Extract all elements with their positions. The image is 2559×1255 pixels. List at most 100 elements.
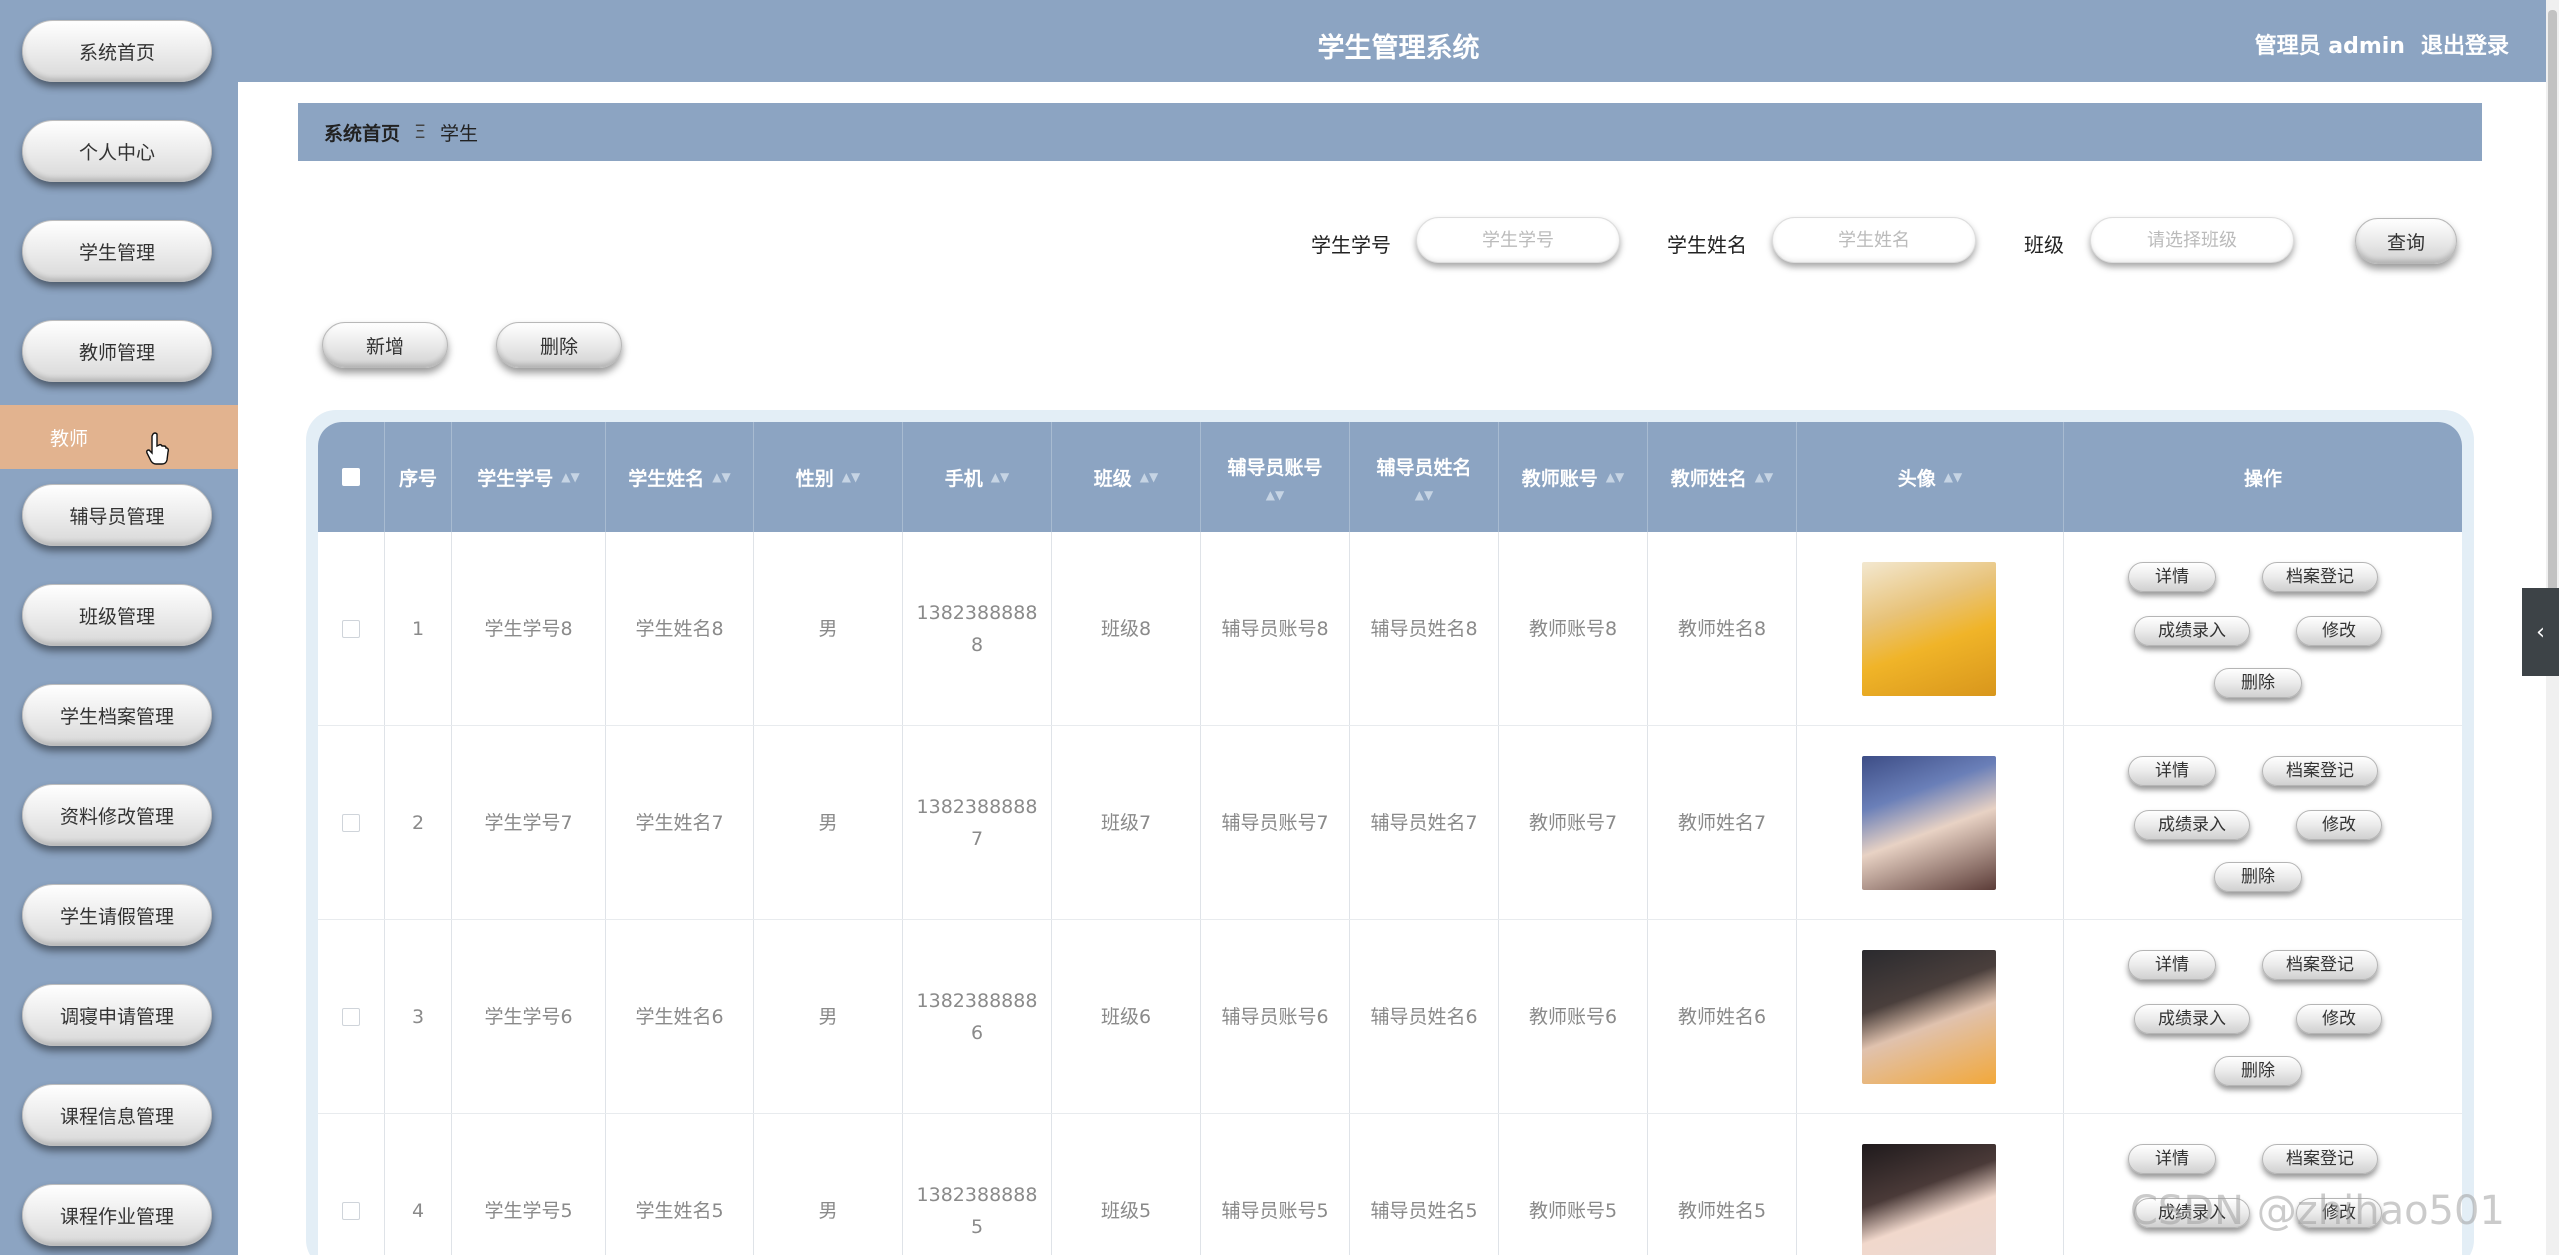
- header-student-name[interactable]: 学生姓名 ▲▼: [606, 422, 754, 532]
- delete-row-button[interactable]: 删除: [2214, 668, 2302, 698]
- cell-counselor-name: 辅导员姓名5: [1350, 1114, 1499, 1255]
- edit-button[interactable]: 修改: [2296, 810, 2382, 840]
- cell-teacher-name: 教师姓名7: [1648, 726, 1797, 919]
- table-header: 序号 学生学号 ▲▼ 学生姓名 ▲▼ 性别 ▲▼ 手机 ▲▼ 班级 ▲▼ 辅导员账号 ▲▼ …: [318, 422, 2462, 532]
- chevron-left-icon: ‹: [2536, 619, 2545, 645]
- sidebar-item-leave-management[interactable]: 学生请假管理: [22, 884, 212, 946]
- cell-student-no: 学生学号8: [452, 532, 606, 725]
- student-table-frame: 序号 学生学号 ▲▼ 学生姓名 ▲▼ 性别 ▲▼ 手机 ▲▼ 班级 ▲▼ 辅导员账号 ▲▼ …: [306, 410, 2474, 1255]
- archive-register-button[interactable]: 档案登记: [2262, 950, 2378, 980]
- cell-student-name: 学生姓名5: [606, 1114, 754, 1255]
- edit-button[interactable]: 修改: [2296, 616, 2382, 646]
- sidebar-item-course-info-management[interactable]: 课程信息管理: [22, 1084, 212, 1146]
- row-checkbox[interactable]: [342, 813, 360, 832]
- sort-icon[interactable]: ▲▼: [842, 470, 860, 484]
- sidebar-item-counselor-management[interactable]: 辅导员管理: [22, 484, 212, 546]
- student-no-input[interactable]: [1416, 217, 1620, 263]
- student-name-input[interactable]: [1772, 217, 1976, 263]
- header-student-no[interactable]: 学生学号 ▲▼: [452, 422, 606, 532]
- header-counselor-name[interactable]: 辅导员姓名 ▲▼: [1350, 422, 1499, 532]
- student-name-label: 学生姓名: [1667, 233, 1747, 257]
- avatar-image[interactable]: [1861, 949, 1996, 1084]
- sort-icon[interactable]: ▲▼: [1140, 470, 1158, 484]
- sidebar-item-dorm-change-management[interactable]: 调寝申请管理: [22, 984, 212, 1046]
- class-select[interactable]: [2090, 217, 2294, 263]
- sidebar-item-class-management[interactable]: 班级管理: [22, 584, 212, 646]
- scrollbar-thumb[interactable]: [2548, 10, 2557, 660]
- table-row: 3 学生学号6 学生姓名6 男 1382388888 6 班级6 辅导员账号6 辅…: [318, 920, 2462, 1114]
- sidebar-item-student-management[interactable]: 学生管理: [22, 220, 212, 282]
- header-avatar[interactable]: 头像 ▲▼: [1797, 422, 2064, 532]
- grade-entry-button[interactable]: 成绩录入: [2134, 1004, 2250, 1034]
- sidebar-item-course-homework-management[interactable]: 课程作业管理: [22, 1184, 212, 1246]
- header-teacher-name[interactable]: 教师姓名 ▲▼: [1648, 422, 1797, 532]
- header-operations: 操作: [2243, 467, 2282, 490]
- class-label: 班级: [2024, 233, 2064, 257]
- archive-register-button[interactable]: 档案登记: [2262, 756, 2378, 786]
- row-checkbox[interactable]: [342, 619, 360, 638]
- edit-button[interactable]: 修改: [2296, 1004, 2382, 1034]
- logout-link[interactable]: 退出登录: [2421, 28, 2509, 60]
- header-select-all[interactable]: [318, 422, 385, 532]
- header-class[interactable]: 班级 ▲▼: [1052, 422, 1201, 532]
- breadcrumb-home[interactable]: 系统首页: [324, 119, 400, 146]
- query-button[interactable]: 查询: [2355, 218, 2457, 264]
- cell-counselor-account: 辅导员账号8: [1201, 532, 1350, 725]
- sort-icon[interactable]: ▲▼: [1415, 488, 1433, 502]
- sort-icon[interactable]: ▲▼: [1266, 488, 1284, 502]
- cell-student-no: 学生学号6: [452, 920, 606, 1113]
- cell-phone: 1382388888 8: [903, 532, 1052, 725]
- detail-button[interactable]: 详情: [2128, 562, 2216, 592]
- avatar-image[interactable]: [1861, 755, 1996, 890]
- delete-button[interactable]: 删除: [496, 322, 622, 368]
- breadcrumb-current: 学生: [440, 122, 479, 145]
- collapse-panel-tab[interactable]: ‹: [2522, 588, 2559, 676]
- delete-row-button[interactable]: 删除: [2214, 1056, 2302, 1086]
- avatar-image[interactable]: [1861, 1143, 1996, 1255]
- sort-icon[interactable]: ▲▼: [1606, 470, 1624, 484]
- header-gender[interactable]: 性别 ▲▼: [754, 422, 903, 532]
- header-teacher-account[interactable]: 教师账号 ▲▼: [1499, 422, 1648, 532]
- header-index: 序号: [385, 422, 452, 532]
- cell-gender: 男: [754, 1114, 903, 1255]
- header-phone[interactable]: 手机 ▲▼: [903, 422, 1052, 532]
- top-header: 学生管理系统 管理员 admin 退出登录: [238, 0, 2559, 82]
- sort-icon[interactable]: ▲▼: [1944, 470, 1962, 484]
- cell-index: 4: [385, 1114, 452, 1255]
- sort-icon[interactable]: ▲▼: [712, 470, 730, 484]
- sidebar-item-personal-center[interactable]: 个人中心: [22, 120, 212, 182]
- avatar-image[interactable]: [1861, 561, 1996, 696]
- add-button[interactable]: 新增: [322, 322, 448, 368]
- app-title: 学生管理系统: [1317, 33, 1480, 64]
- grade-entry-button[interactable]: 成绩录入: [2134, 616, 2250, 646]
- sidebar-subitem-teacher[interactable]: 教师: [0, 405, 238, 469]
- cell-counselor-name: 辅导员姓名7: [1350, 726, 1499, 919]
- grade-entry-button[interactable]: 成绩录入: [2134, 810, 2250, 840]
- sidebar-item-profile-edit-management[interactable]: 资料修改管理: [22, 784, 212, 846]
- detail-button[interactable]: 详情: [2128, 950, 2216, 980]
- cell-gender: 男: [754, 920, 903, 1113]
- sidebar-item-archive-management[interactable]: 学生档案管理: [22, 684, 212, 746]
- detail-button[interactable]: 详情: [2128, 1144, 2216, 1174]
- sort-icon[interactable]: ▲▼: [561, 470, 579, 484]
- student-table: 序号 学生学号 ▲▼ 学生姓名 ▲▼ 性别 ▲▼ 手机 ▲▼ 班级 ▲▼ 辅导员账号 ▲▼ …: [318, 422, 2462, 1255]
- archive-register-button[interactable]: 档案登记: [2262, 562, 2378, 592]
- sidebar-item-home[interactable]: 系统首页: [22, 20, 212, 82]
- row-checkbox[interactable]: [342, 1201, 360, 1220]
- cell-student-no: 学生学号5: [452, 1114, 606, 1255]
- cell-teacher-account: 教师账号8: [1499, 532, 1648, 725]
- detail-button[interactable]: 详情: [2128, 756, 2216, 786]
- table-row: 1 学生学号8 学生姓名8 男 1382388888 8 班级8 辅导员账号8 辅…: [318, 532, 2462, 726]
- cell-counselor-account: 辅导员账号5: [1201, 1114, 1350, 1255]
- delete-row-button[interactable]: 删除: [2214, 862, 2302, 892]
- breadcrumb-separator: Ξ: [414, 121, 427, 143]
- sort-icon[interactable]: ▲▼: [1755, 470, 1773, 484]
- hand-cursor-icon: [146, 432, 169, 465]
- cell-counselor-account: 辅导员账号6: [1201, 920, 1350, 1113]
- header-counselor-account[interactable]: 辅导员账号 ▲▼: [1201, 422, 1350, 532]
- row-checkbox[interactable]: [342, 1007, 360, 1026]
- select-all-checkbox[interactable]: [342, 468, 360, 486]
- sidebar-item-teacher-management[interactable]: 教师管理: [22, 320, 212, 382]
- sort-icon[interactable]: ▲▼: [991, 470, 1009, 484]
- archive-register-button[interactable]: 档案登记: [2262, 1144, 2378, 1174]
